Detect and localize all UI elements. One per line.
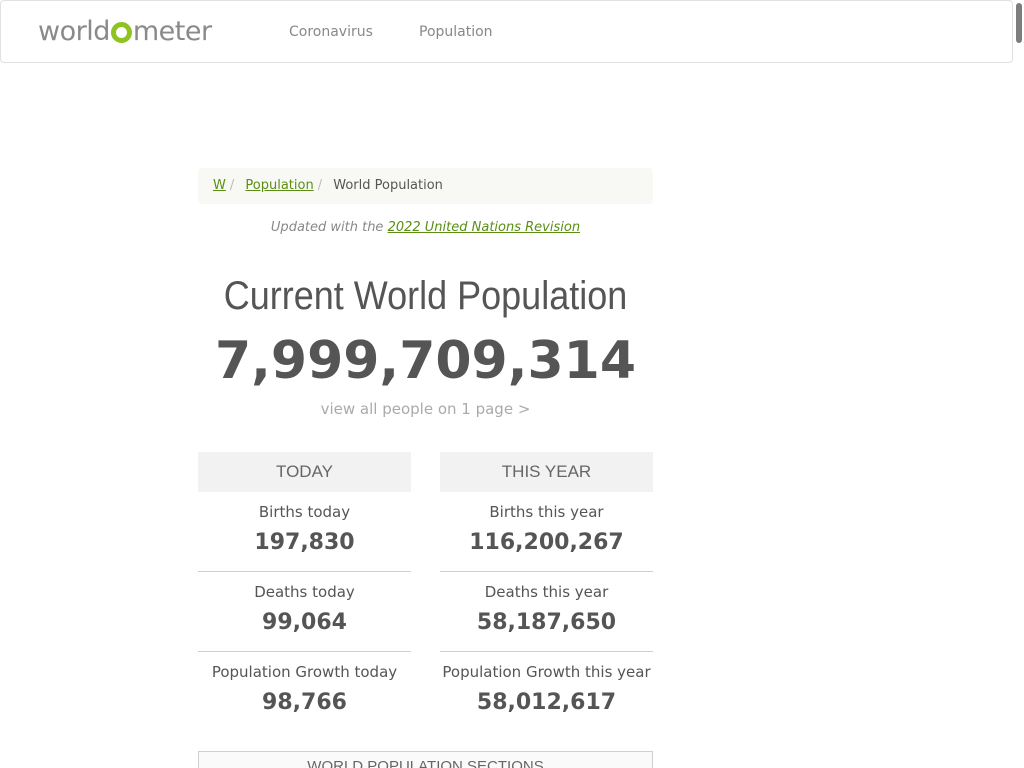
- stat-label: Deaths today: [254, 583, 355, 601]
- page-title: Current World Population: [223, 274, 628, 318]
- navbar: world meter Coronavirus Population: [0, 0, 1013, 63]
- updated-prefix: Updated with the: [270, 220, 384, 235]
- stat-growth-this-year: Population Growth this year 58,012,617: [440, 652, 653, 732]
- nav-link-population[interactable]: Population: [419, 23, 493, 41]
- breadcrumb-home-link[interactable]: W: [213, 178, 226, 193]
- breadcrumb: W / Population / World Population: [198, 168, 653, 204]
- stat-label: Population Growth this year: [442, 663, 651, 681]
- stat-value: 58,012,617: [476, 690, 617, 715]
- breadcrumb-current: World Population: [333, 178, 443, 193]
- today-column: TODAY Births today 197,830 Deaths today …: [198, 452, 411, 732]
- worldometer-logo[interactable]: world meter: [38, 15, 212, 49]
- logo-text-start: world: [38, 16, 110, 47]
- stat-births-this-year: Births this year 116,200,267: [440, 492, 653, 572]
- world-population-sections-header: WORLD POPULATION SECTIONS: [198, 751, 653, 768]
- scrollbar-thumb[interactable]: [1016, 3, 1022, 43]
- population-counter: 7,999,709,314: [214, 331, 637, 391]
- this-year-header: THIS YEAR: [440, 452, 653, 492]
- scrollbar[interactable]: [1013, 0, 1024, 768]
- stat-label: Population Growth today: [211, 663, 398, 681]
- breadcrumb-separator: /: [317, 178, 323, 193]
- breadcrumb-separator: /: [229, 178, 235, 193]
- stat-label: Births this year: [489, 503, 604, 521]
- updated-note: Updated with the 2022 United Nations Rev…: [198, 218, 653, 238]
- view-all-people-link[interactable]: view all people on 1 page >: [198, 398, 653, 420]
- nav-link-coronavirus[interactable]: Coronavirus: [289, 23, 373, 41]
- stat-value: 99,064: [262, 610, 347, 635]
- stat-value: 58,187,650: [476, 610, 617, 635]
- breadcrumb-population-link[interactable]: Population: [245, 178, 313, 193]
- today-header: TODAY: [198, 452, 411, 492]
- logo-ring-icon: [110, 22, 132, 43]
- un-revision-link[interactable]: 2022 United Nations Revision: [388, 220, 580, 235]
- stat-label: Births today: [258, 503, 351, 521]
- stat-value: 197,830: [254, 530, 355, 555]
- stat-value: 98,766: [262, 690, 347, 715]
- this-year-column: THIS YEAR Births this year 116,200,267 D…: [440, 452, 653, 732]
- stat-label: Deaths this year: [484, 583, 609, 601]
- stat-value: 116,200,267: [469, 530, 624, 555]
- stat-deaths-this-year: Deaths this year 58,187,650: [440, 572, 653, 652]
- stat-growth-today: Population Growth today 98,766: [198, 652, 411, 732]
- stat-births-today: Births today 197,830: [198, 492, 411, 572]
- stat-deaths-today: Deaths today 99,064: [198, 572, 411, 652]
- logo-text-end: meter: [132, 16, 212, 47]
